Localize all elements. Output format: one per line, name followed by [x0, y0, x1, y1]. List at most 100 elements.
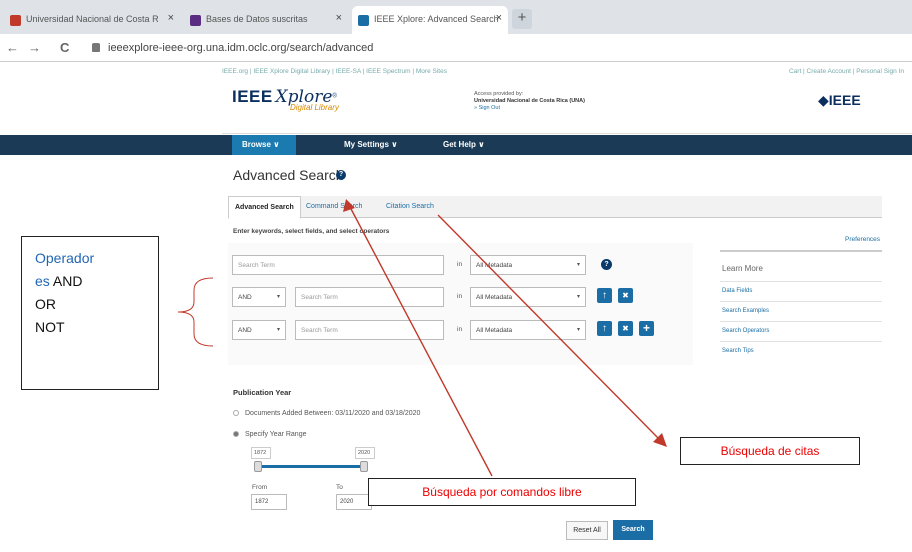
reload-icon[interactable]: C [60, 40, 69, 55]
field-select-value: All Metadata [476, 294, 513, 301]
slider-start-handle[interactable] [254, 461, 262, 472]
tab-citation-search[interactable]: Citation Search [380, 196, 440, 218]
operators-annotation: Operador es AND OR NOT [21, 236, 159, 390]
specify-year-range-label: Specify Year Range [245, 431, 307, 438]
url-field[interactable]: ieeexplore-ieee-org.una.idm.oclc.org/sea… [108, 42, 373, 54]
browse-menu[interactable]: Browse ∨ [232, 135, 296, 155]
logo-subtitle: Digital Library [290, 103, 339, 112]
back-icon[interactable]: ← [6, 40, 19, 55]
operators-line-2: AND [49, 273, 83, 289]
operator-value: AND [238, 294, 252, 301]
search-tabs: Advanced Search Command Search Citation … [228, 196, 882, 219]
from-year-input[interactable]: 1872 [251, 494, 287, 510]
learn-link-search-examples[interactable]: Search Examples [720, 301, 882, 321]
access-institution: Universidad Nacional de Costa Rica (UNA) [474, 98, 585, 104]
chevron-down-icon: ▾ [276, 294, 280, 300]
documents-added-option[interactable]: Documents Added Between: 03/11/2020 and … [233, 410, 420, 417]
radio-selected-icon[interactable] [233, 431, 239, 437]
move-up-button[interactable]: ↑ [597, 288, 612, 303]
range-min-label: 1872 [251, 447, 271, 459]
ieee-utility-bar: IEEE.org | IEEE Xplore Digital Library |… [222, 68, 912, 82]
operator-select[interactable]: AND ▾ [232, 320, 286, 340]
logo-registered: ® [332, 93, 337, 100]
move-up-button[interactable]: ↑ [597, 321, 612, 336]
close-tab-icon[interactable]: × [168, 12, 174, 24]
browser-tab-label: Universidad Nacional de Costa R [26, 14, 159, 24]
browser-tab-ieee[interactable]: IEEE Xplore: Advanced Search × [352, 6, 508, 34]
reset-all-button[interactable]: Reset All [566, 521, 608, 540]
field-select[interactable]: All Metadata ▾ [470, 255, 586, 275]
curly-brace [177, 277, 214, 347]
operator-select[interactable]: AND ▾ [232, 287, 286, 307]
close-tab-icon[interactable]: × [336, 12, 342, 24]
year-range-slider[interactable] [258, 465, 364, 468]
browser-tab-label: Bases de Datos suscritas [206, 14, 308, 24]
field-select[interactable]: All Metadata ▾ [470, 320, 586, 340]
operator-value: AND [238, 327, 252, 334]
help-icon[interactable]: ? [336, 170, 346, 180]
preferences-link[interactable]: Preferences [845, 236, 880, 243]
operators-line-1: Operador [35, 250, 95, 266]
chevron-down-icon: ▾ [576, 262, 580, 268]
sign-out-link[interactable]: » Sign Out [474, 105, 604, 112]
in-label: in [457, 293, 463, 300]
radio-icon[interactable] [233, 410, 239, 416]
utility-links[interactable]: IEEE.org | IEEE Xplore Digital Library |… [222, 68, 447, 75]
slider-end-handle[interactable] [360, 461, 368, 472]
range-max-label: 2020 [355, 447, 375, 459]
lock-icon [92, 43, 100, 52]
remove-row-button[interactable]: ✖ [618, 321, 633, 336]
field-select-value: All Metadata [476, 262, 513, 269]
learn-link-data-fields[interactable]: Data Fields [720, 281, 882, 301]
question-icon[interactable]: ? [601, 259, 612, 270]
to-label: To [336, 484, 343, 491]
operators-line-2-blue: es [35, 273, 50, 289]
access-info: Access provided by: Universidad Nacional… [474, 91, 604, 112]
learn-more-panel: Learn More Data Fields Search Examples S… [720, 250, 882, 361]
search-button[interactable]: Search [613, 520, 653, 540]
search-term-input[interactable]: Search Term [295, 320, 444, 340]
browser-tab-label: IEEE Xplore: Advanced Search [374, 14, 499, 24]
ieee-brand-logo[interactable]: ◆IEEE [818, 92, 861, 109]
chevron-down-icon: ▾ [576, 294, 580, 300]
account-links[interactable]: Cart | Create Account | Personal Sign In [789, 68, 904, 75]
documents-added-label: Documents Added Between: 03/11/2020 and … [245, 410, 421, 417]
close-tab-icon[interactable]: × [496, 12, 502, 24]
learn-link-search-tips[interactable]: Search Tips [720, 341, 882, 361]
browser-tab-universidad[interactable]: Universidad Nacional de Costa R × [4, 6, 180, 34]
ieee-xplore-logo[interactable]: IEEE Xplore® Digital Library [232, 87, 339, 112]
specify-year-range-option[interactable]: Specify Year Range [233, 431, 307, 438]
operators-line-3: OR [35, 296, 56, 312]
add-row-button[interactable]: + [639, 321, 654, 336]
browser-tab-bases[interactable]: Bases de Datos suscritas × [184, 6, 348, 34]
field-select-value: All Metadata [476, 327, 513, 334]
browser-tab-bar: Universidad Nacional de Costa R × Bases … [0, 0, 912, 34]
tab-advanced-search[interactable]: Advanced Search [228, 196, 301, 219]
ieee-favicon-icon [358, 15, 369, 26]
address-bar: ← → C ieeexplore-ieee-org.una.idm.oclc.o… [0, 34, 912, 62]
learn-link-search-operators[interactable]: Search Operators [720, 321, 882, 341]
get-help-menu[interactable]: Get Help ∨ [443, 140, 485, 149]
search-term-input[interactable]: Search Term [232, 255, 444, 275]
bases-favicon-icon [190, 15, 201, 26]
operators-line-4: NOT [35, 319, 65, 335]
tab-command-search[interactable]: Command Search [300, 196, 368, 218]
my-settings-menu[interactable]: My Settings ∨ [344, 140, 398, 149]
new-tab-button[interactable]: + [512, 9, 532, 29]
learn-more-heading: Learn More [720, 250, 882, 281]
forward-icon[interactable]: → [28, 40, 41, 55]
search-term-input[interactable]: Search Term [295, 287, 444, 307]
search-instructions: Enter keywords, select fields, and selec… [233, 228, 390, 235]
from-label: From [252, 484, 268, 491]
to-year-input[interactable]: 2020 [336, 494, 372, 510]
access-label: Access provided by: [474, 91, 524, 97]
page-title: Advanced Search [233, 167, 344, 183]
chevron-down-icon: ▾ [276, 327, 280, 333]
in-label: in [457, 326, 463, 333]
logo-ieee-text: IEEE [232, 87, 273, 106]
chevron-down-icon: ▾ [576, 327, 580, 333]
arrow-citation-head [653, 433, 667, 447]
remove-row-button[interactable]: ✖ [618, 288, 633, 303]
field-select[interactable]: All Metadata ▾ [470, 287, 586, 307]
command-search-callout: Búsqueda por comandos libre [368, 478, 636, 506]
